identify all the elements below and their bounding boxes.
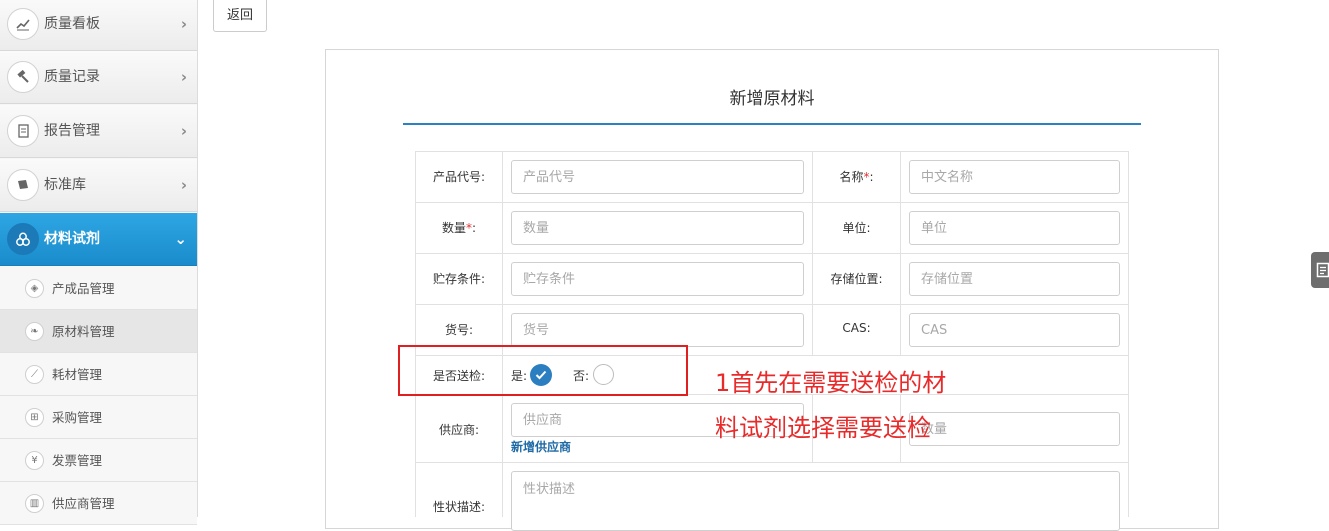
menu-item-materials-reagents[interactable]: 材料试剂 ⌄ — [0, 213, 197, 266]
annotation-text-line1: 1首先在需要送检的材 — [715, 369, 947, 397]
menu-label: 质量记录 — [44, 69, 100, 85]
storage-location-input[interactable] — [909, 262, 1120, 296]
submenu-item-invoices[interactable]: ¥ 发票管理 — [0, 439, 197, 482]
cas-label: CAS: — [842, 321, 871, 335]
chevron-right-icon: › — [180, 176, 187, 194]
description-label: 性状描述: — [432, 500, 486, 514]
unit-label: 单位: — [842, 221, 871, 235]
submenu-label: 发票管理 — [52, 453, 103, 468]
storage-condition-label: 贮存条件: — [432, 272, 486, 286]
unit-input[interactable] — [909, 211, 1120, 245]
storage-condition-input[interactable] — [511, 262, 804, 296]
menu-label: 标准库 — [44, 177, 86, 193]
product-code-label: 产品代号: — [432, 170, 486, 184]
cas-input[interactable] — [909, 313, 1120, 347]
menu-item-quality-board[interactable]: 质量看板 › — [0, 0, 197, 51]
label-colon: : — [471, 221, 477, 235]
side-widget[interactable] — [1311, 252, 1329, 288]
back-button[interactable]: 返回 — [213, 0, 267, 32]
table-border — [415, 151, 1129, 152]
item-number-label: 货号: — [444, 323, 474, 337]
form-title: 新增原材料 — [729, 89, 815, 109]
submenu-item-finished-products[interactable]: ◈ 产成品管理 — [0, 267, 197, 310]
row-divider — [415, 304, 1129, 305]
partially-hidden-input[interactable] — [909, 412, 1120, 446]
submenu-item-suppliers[interactable]: ▥ 供应商管理 — [0, 482, 197, 525]
chevron-right-icon: › — [180, 15, 187, 33]
dropper-icon: ⟋ — [25, 365, 44, 384]
row-divider — [415, 462, 1129, 463]
add-supplier-link[interactable]: 新增供应商 — [511, 438, 571, 455]
table-border — [1128, 151, 1129, 517]
product-code-input[interactable] — [511, 160, 804, 194]
submenu-label: 原材料管理 — [52, 324, 115, 339]
chevron-down-icon: ⌄ — [174, 230, 187, 248]
note-icon — [1316, 262, 1329, 278]
book-icon — [7, 169, 39, 201]
hammer-icon — [7, 61, 39, 93]
row-divider — [415, 202, 1129, 203]
menu-label: 质量看板 — [44, 16, 100, 32]
cubes-icon — [7, 223, 39, 255]
submenu-label: 耗材管理 — [52, 367, 103, 382]
building-icon: ▥ — [25, 494, 44, 513]
menu-item-report-management[interactable]: 报告管理 › — [0, 105, 197, 158]
document-icon — [7, 115, 39, 147]
col-divider — [502, 151, 503, 517]
item-number-input[interactable] — [511, 313, 804, 347]
submenu-label: 采购管理 — [52, 410, 103, 425]
quantity-label-text: 数量 — [441, 221, 466, 235]
annotation-highlight-box — [398, 345, 688, 396]
leaf-icon: ❧ — [25, 322, 44, 341]
menu-item-standards-library[interactable]: 标准库 › — [0, 159, 197, 212]
description-textarea[interactable] — [511, 471, 1120, 531]
submenu-item-consumables[interactable]: ⟋ 耗材管理 — [0, 353, 197, 396]
yen-icon: ¥ — [25, 451, 44, 470]
menu-label: 材料试剂 — [44, 231, 100, 247]
name-label-text: 名称 — [839, 170, 864, 184]
annotation-text-line2: 料试剂选择需要送检 — [715, 414, 931, 442]
name-input[interactable] — [909, 160, 1120, 194]
row-divider — [415, 253, 1129, 254]
submenu-label: 产成品管理 — [52, 281, 115, 296]
chart-line-icon — [7, 8, 39, 40]
name-label: 名称*: — [813, 168, 900, 185]
quantity-label: 数量*: — [416, 219, 502, 236]
submenu-label: 供应商管理 — [52, 496, 115, 511]
menu-item-quality-records[interactable]: 质量记录 › — [0, 51, 197, 104]
storage-location-label: 存储位置: — [830, 272, 883, 286]
title-divider — [403, 123, 1141, 125]
cube-icon: ◈ — [25, 279, 44, 298]
submenu-item-purchasing[interactable]: ⊞ 采购管理 — [0, 396, 197, 439]
label-colon: : — [869, 170, 874, 184]
supplier-label: 供应商: — [438, 423, 480, 437]
quantity-input[interactable] — [511, 211, 804, 245]
menu-label: 报告管理 — [44, 123, 100, 139]
chevron-right-icon: › — [180, 68, 187, 86]
col-divider — [900, 151, 901, 355]
submenu-item-raw-materials[interactable]: ❧ 原材料管理 — [0, 310, 197, 353]
chevron-right-icon: › — [180, 122, 187, 140]
sidebar: 质量看板 › 质量记录 › 报告管理 › 标准库 › 材料试剂 ⌄ ◈ 产成品管… — [0, 0, 198, 525]
cart-icon: ⊞ — [25, 408, 44, 427]
